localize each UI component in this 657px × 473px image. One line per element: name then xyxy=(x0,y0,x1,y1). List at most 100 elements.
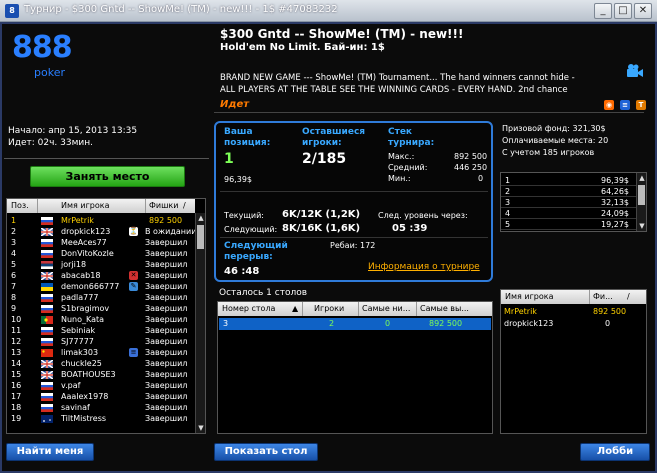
prize-scroll-up-icon[interactable]: ▲ xyxy=(637,173,647,183)
sort-icon-2[interactable]: / xyxy=(627,292,630,301)
player-pos: 1 xyxy=(11,216,17,225)
players-scrollbar[interactable]: ▲ ▼ xyxy=(195,213,205,433)
scroll-thumb[interactable] xyxy=(197,225,204,249)
flag-rs-icon xyxy=(41,261,53,269)
prize-place: 1 xyxy=(505,176,511,185)
rebuys: Ребаи: 172 xyxy=(330,241,376,250)
camera-icon[interactable] xyxy=(626,63,644,81)
player-name: limak303 xyxy=(61,348,99,357)
table-row[interactable]: 8 padla777 Завершил xyxy=(7,292,195,303)
tournament-rules-icon[interactable]: ≡ xyxy=(620,100,630,110)
player-name: S1bragimov xyxy=(61,304,110,313)
player-chips: Завершил xyxy=(145,403,188,412)
col-chips[interactable]: Фишки xyxy=(149,201,178,210)
prize-amount: 64,26$ xyxy=(601,187,629,196)
player-pos: 9 xyxy=(11,304,17,313)
table-row[interactable]: 11 Sebiniak Завершил xyxy=(7,325,195,336)
table-row[interactable]: 13 limak303 Завершил xyxy=(7,347,195,358)
break-label: Следующий перерыв: xyxy=(224,241,288,262)
table-row[interactable]: 3 2 0 892 500 xyxy=(219,318,491,330)
table-row[interactable]: 9 S1bragimov Завершил xyxy=(7,303,195,314)
flag-ru-icon xyxy=(41,294,53,302)
window-title: Турнир - $300 Gntd -- ShowMe! (TM) - new… xyxy=(24,4,338,15)
flag-ru-icon xyxy=(41,305,53,313)
maximize-button[interactable]: □ xyxy=(614,3,632,19)
table-player-row[interactable]: dropkick123 0 xyxy=(501,318,646,329)
player-chips: В ожидании xyxy=(145,227,197,236)
ban-icon: ✕ xyxy=(129,271,138,280)
stack-label: Стек турнира: xyxy=(388,127,435,148)
prize-row[interactable]: 3 32,13$ xyxy=(501,197,636,208)
flag-ru-icon xyxy=(41,217,53,225)
player-name: savinaf xyxy=(61,403,90,412)
col-table-num[interactable]: Номер стола xyxy=(222,304,275,313)
table-row[interactable]: 18 savinaf Завершил xyxy=(7,402,195,413)
table-row[interactable]: 1 MrPetrik 892 500 xyxy=(7,215,195,226)
prize-row[interactable]: 5 19,27$ xyxy=(501,219,636,230)
table-players-header: Имя игрока Фи... / xyxy=(501,290,646,304)
sort-icon[interactable]: / xyxy=(183,201,186,210)
player-chips: Завершил xyxy=(145,326,188,335)
col-table-max[interactable]: Самые вы... xyxy=(420,304,469,313)
player-chips: Завершил xyxy=(145,271,188,280)
table-row[interactable]: 5 jorji18 Завершил xyxy=(7,259,195,270)
table-player-row[interactable]: MrPetrik 892 500 xyxy=(501,306,646,317)
flag-ru-icon xyxy=(41,327,53,335)
col-table-min[interactable]: Самые ни... xyxy=(362,304,410,313)
tournament-extra-icon[interactable]: T xyxy=(636,100,646,110)
prize-row[interactable]: 4 24,09$ xyxy=(501,208,636,219)
prize-scroll-down-icon[interactable]: ▼ xyxy=(637,221,647,231)
prize-row[interactable]: 1 96,39$ xyxy=(501,175,636,186)
table-row[interactable]: 15 BOATHOUSE3 Завершил xyxy=(7,369,195,380)
table-row[interactable]: 10 Nuno_Kata Завершил xyxy=(7,314,195,325)
find-me-button[interactable]: Найти меня xyxy=(6,443,94,461)
flag-ru-icon xyxy=(41,239,53,247)
player-chips: Завершил xyxy=(145,337,188,346)
table-row[interactable]: 14 chuckle25 Завершил xyxy=(7,358,195,369)
flag-ru-icon xyxy=(41,250,53,258)
minimize-button[interactable]: _ xyxy=(594,3,612,19)
prize-amount: 96,39$ xyxy=(601,176,629,185)
prize-scroll-thumb[interactable] xyxy=(638,185,645,205)
table-row[interactable]: 3 MeeAces77 Завершил xyxy=(7,237,195,248)
table-max: 892 500 xyxy=(429,319,463,328)
your-position: 1 xyxy=(224,151,234,167)
table-row[interactable]: 2 dropkick123 В ожидании xyxy=(7,226,197,237)
min-label: Мин.: xyxy=(388,174,411,183)
close-button[interactable]: ✕ xyxy=(634,3,652,19)
scroll-down-icon[interactable]: ▼ xyxy=(196,423,206,433)
table-row[interactable]: 6 abacab18 Завершил xyxy=(7,270,195,281)
tournament-info-icon[interactable]: ◉ xyxy=(604,100,614,110)
table-row[interactable]: 4 DonVitoKozle Завершил xyxy=(7,248,195,259)
col-player-chips[interactable]: Фи... xyxy=(593,292,613,301)
show-table-button[interactable]: Показать стол xyxy=(214,443,318,461)
take-seat-button[interactable]: Занять место xyxy=(30,166,185,187)
lobby-button[interactable]: Лобби xyxy=(580,443,650,461)
player-name: BOATHOUSE3 xyxy=(61,370,116,379)
player-pos: 16 xyxy=(11,381,22,390)
description-line-1: BRAND NEW GAME --- ShowMe! (TM) Tourname… xyxy=(220,73,575,83)
your-position-label: Ваша позиция: xyxy=(224,127,271,148)
logo-sub: poker xyxy=(34,66,65,79)
prize-row[interactable]: 2 64,26$ xyxy=(501,186,636,197)
table-row[interactable]: 17 Aaalex1978 Завершил xyxy=(7,391,195,402)
running-time: Идет: 02ч. 33мин. xyxy=(8,138,93,148)
col-player-name[interactable]: Имя игрока xyxy=(505,292,553,301)
col-pos[interactable]: Поз. xyxy=(11,201,29,210)
table-row[interactable]: 16 v.paf Завершил xyxy=(7,380,195,391)
tournament-info-link[interactable]: Информация о турнире xyxy=(368,262,480,272)
col-name[interactable]: Имя игрока xyxy=(61,201,109,210)
table-row[interactable]: 19 TiltMistress Завершил xyxy=(7,413,195,424)
table-row[interactable]: 7 demon666777 Завершил xyxy=(7,281,195,292)
next-level-timer: 05 :39 xyxy=(392,223,428,234)
app-icon: 8 xyxy=(5,4,19,18)
table-row[interactable]: 12 SJ77777 Завершил xyxy=(7,336,195,347)
prize-scrollbar[interactable]: ▲ ▼ xyxy=(636,173,646,231)
pencil-icon: ✎ xyxy=(129,282,138,291)
logo-888poker: 888 poker xyxy=(12,30,92,80)
scroll-up-icon[interactable]: ▲ xyxy=(196,213,206,223)
col-table-players[interactable]: Игроки xyxy=(314,304,344,313)
current-level: 6K/12K (1,2K) xyxy=(282,209,361,220)
player-chips: 0 xyxy=(605,319,611,328)
player-chips: Завершил xyxy=(145,392,188,401)
